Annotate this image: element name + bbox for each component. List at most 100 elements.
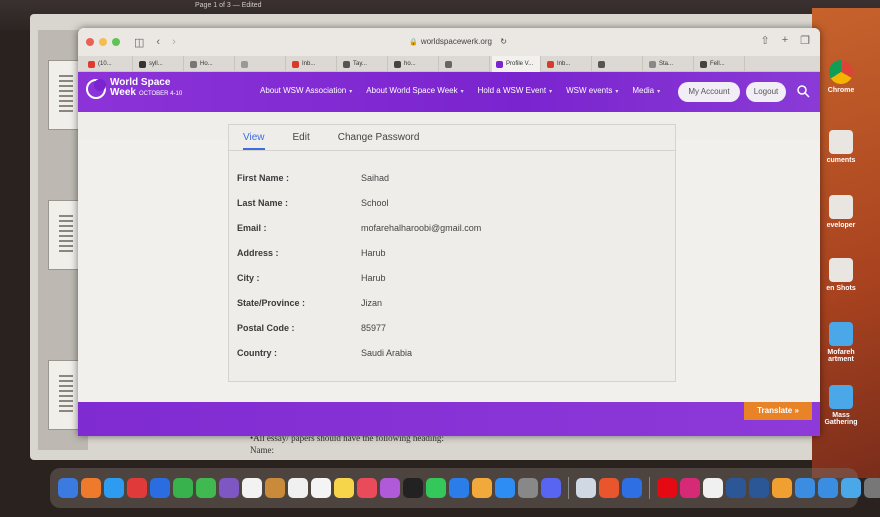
nav-wsw-events[interactable]: WSW events ▾: [566, 86, 618, 95]
dock-app-icon[interactable]: [357, 478, 377, 498]
dock-app-icon[interactable]: [726, 478, 746, 498]
dock-app-icon[interactable]: [680, 478, 700, 498]
browser-tab[interactable]: [594, 56, 643, 72]
dock-app-icon[interactable]: [703, 478, 723, 498]
browser-tab-label: Fell...: [710, 61, 725, 67]
browser-tab[interactable]: [237, 56, 286, 72]
browser-tab[interactable]: Inb...: [543, 56, 592, 72]
dock-app-icon[interactable]: [818, 478, 838, 498]
sidebar-toggle-icon[interactable]: ◫: [134, 36, 144, 49]
page-thumbnail[interactable]: [48, 360, 82, 430]
translate-button[interactable]: Translate »: [744, 402, 812, 420]
site-logo[interactable]: World Space Week OCTOBER 4-10: [86, 78, 182, 99]
nav-label: Hold a WSW Event: [477, 86, 547, 95]
browser-tab[interactable]: Profile V...: [492, 56, 541, 72]
nav-label: WSW events: [566, 86, 613, 95]
field-value: Saihad: [361, 173, 390, 183]
browser-tab[interactable]: syll...: [135, 56, 184, 72]
dock-app-icon[interactable]: [772, 478, 792, 498]
favicon-icon: [241, 60, 248, 68]
folder-icon: [829, 322, 853, 346]
dock-app-icon[interactable]: [150, 478, 170, 498]
nav-about-world-space-week[interactable]: About World Space Week ▾: [366, 86, 463, 95]
dock-app-icon[interactable]: [58, 478, 78, 498]
dock-app-icon[interactable]: [288, 478, 308, 498]
dock-app-icon[interactable]: [196, 478, 216, 498]
desktop-icon-folder-mofareh[interactable]: Mofareh artment: [818, 322, 864, 363]
dock-app-icon[interactable]: [541, 478, 561, 498]
nav-media[interactable]: Media ▾: [632, 86, 660, 95]
dock-app-icon[interactable]: [795, 478, 815, 498]
dock-app-icon[interactable]: [127, 478, 147, 498]
dock-app-icon[interactable]: [311, 478, 331, 498]
nav-hold-a-wsw-event[interactable]: Hold a WSW Event ▾: [478, 86, 552, 95]
field-label: Country :: [237, 348, 277, 358]
page-thumbnail[interactable]: [48, 200, 82, 270]
logout-button[interactable]: Logout: [746, 82, 786, 102]
browser-tab-label: (10...: [98, 61, 112, 67]
tab-view[interactable]: View: [243, 125, 265, 150]
search-icon[interactable]: [796, 84, 810, 98]
forward-icon[interactable]: ›: [172, 36, 176, 49]
dock-app-icon[interactable]: [265, 478, 285, 498]
dock-app-icon[interactable]: [864, 478, 880, 498]
desktop-icon-documents[interactable]: cuments: [818, 130, 864, 164]
dock-app-icon[interactable]: [495, 478, 515, 498]
browser-tab[interactable]: Sta...: [645, 56, 694, 72]
browser-tab[interactable]: ho...: [390, 56, 439, 72]
new-tab-icon[interactable]: +: [782, 34, 788, 47]
favicon-icon: [190, 60, 197, 68]
dock-app-icon[interactable]: [622, 478, 642, 498]
dock-app-icon[interactable]: [518, 478, 538, 498]
dock-app-icon[interactable]: [449, 478, 469, 498]
maximize-window-icon[interactable]: [112, 38, 120, 46]
field-label: Postal Code :: [237, 323, 295, 333]
main-nav: About WSW Association ▾ About World Space…: [260, 86, 660, 95]
browser-tab-label: Sta...: [659, 61, 674, 67]
desktop-icon-screenshots[interactable]: en Shots: [818, 258, 864, 292]
reload-icon[interactable]: ↻: [500, 37, 507, 46]
dock-app-icon[interactable]: [599, 478, 619, 498]
browser-tab-label: Profile V...: [506, 61, 534, 67]
dock-app-icon[interactable]: [841, 478, 861, 498]
desktop-icon-chrome[interactable]: Chrome: [818, 60, 864, 94]
dock-app-icon[interactable]: [173, 478, 193, 498]
chevron-down-icon: ▾: [549, 89, 553, 95]
my-account-button[interactable]: My Account: [678, 82, 740, 102]
browser-tab-label: Inb...: [557, 61, 571, 67]
dock-app-icon[interactable]: [426, 478, 446, 498]
address-bar[interactable]: 🔒 worldspacewerk.org ↻: [328, 34, 588, 50]
back-icon[interactable]: ‹: [156, 36, 160, 49]
tab-edit[interactable]: Edit: [293, 125, 310, 150]
desktop-icon-folder-mass-gathering[interactable]: Mass Gathering: [818, 385, 864, 426]
dock: [50, 468, 880, 508]
nav-label: Media: [632, 86, 655, 95]
page-thumbnail[interactable]: [48, 60, 82, 130]
tab-overview-icon[interactable]: ❐: [800, 34, 810, 47]
dock-app-icon[interactable]: [334, 478, 354, 498]
dock-app-icon[interactable]: [81, 478, 101, 498]
dock-app-icon[interactable]: [380, 478, 400, 498]
dock-app-icon[interactable]: [403, 478, 423, 498]
dock-app-icon[interactable]: [749, 478, 769, 498]
desktop-icon-developer[interactable]: eveloper: [818, 195, 864, 229]
browser-tab[interactable]: Ho...: [186, 56, 235, 72]
browser-tab[interactable]: (10...: [84, 56, 133, 72]
dock-app-icon[interactable]: [576, 478, 596, 498]
dock-app-icon[interactable]: [242, 478, 262, 498]
dock-app-icon[interactable]: [104, 478, 124, 498]
browser-tab-label: ho...: [404, 61, 416, 67]
nav-about-wsw-association[interactable]: About WSW Association ▾: [260, 86, 352, 95]
dock-app-icon[interactable]: [472, 478, 492, 498]
minimize-window-icon[interactable]: [99, 38, 107, 46]
browser-tab[interactable]: Tay...: [339, 56, 388, 72]
browser-tab[interactable]: Fell...: [696, 56, 745, 72]
dock-app-icon[interactable]: [219, 478, 239, 498]
dock-app-icon[interactable]: [657, 478, 677, 498]
close-window-icon[interactable]: [86, 38, 94, 46]
browser-tab[interactable]: Inb...: [288, 56, 337, 72]
chrome-icon: [829, 60, 853, 84]
tab-change-password[interactable]: Change Password: [338, 125, 420, 150]
browser-tab[interactable]: [441, 56, 490, 72]
share-icon[interactable]: ⇧: [760, 34, 769, 47]
